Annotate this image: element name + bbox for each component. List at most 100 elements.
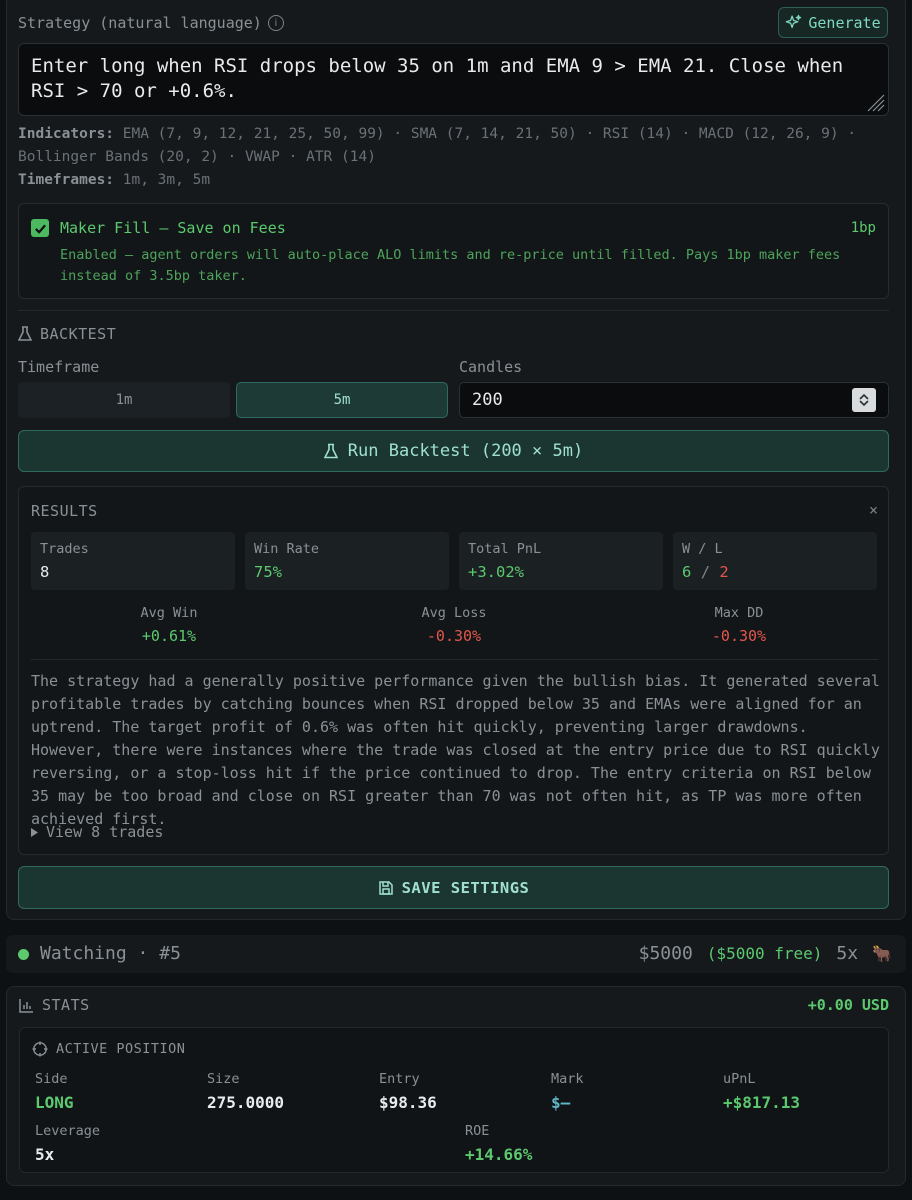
stat-label: Total PnL	[468, 541, 542, 557]
losses-count: 2	[719, 563, 729, 581]
upnl-label: uPnL	[723, 1071, 756, 1087]
maker-fill-checkbox[interactable]	[31, 219, 49, 237]
free-balance: ($5000 free)	[706, 944, 823, 963]
timeframe-label: Timeframe	[18, 358, 100, 376]
indicators-line2: Bollinger Bands (20, 2) · VWAP · ATR (14…	[18, 149, 376, 165]
agent-status: Watching · #5	[40, 943, 181, 964]
divider	[18, 310, 889, 311]
indicators-label: Indicators:	[18, 126, 115, 142]
results-title: RESULTS	[31, 502, 98, 520]
stat-value: 8	[40, 563, 50, 581]
timeframe-1m-button[interactable]: 1m	[18, 382, 230, 418]
max-dd-label: Max DD	[714, 605, 764, 621]
timeframes-value: 1m, 3m, 5m	[122, 172, 211, 188]
stat-card-total-pnl: Total PnL +3.02%	[459, 532, 663, 590]
candles-stepper[interactable]	[852, 388, 876, 412]
run-backtest-button[interactable]: Run Backtest (200 × 5m)	[18, 430, 889, 472]
upnl-value: +$817.13	[723, 1093, 801, 1112]
position-side: Side LONG	[35, 1071, 74, 1112]
bar-chart-icon	[19, 998, 33, 1013]
mark-label: Mark	[551, 1071, 584, 1087]
mark-value: $—	[551, 1093, 571, 1112]
generate-label: Generate	[808, 13, 881, 32]
avg-loss-value: -0.30%	[426, 627, 482, 645]
active-position-box: ACTIVE POSITION Side LONG Size 275.0000 …	[19, 1027, 889, 1173]
avg-loss-stat: Avg Loss -0.30%	[309, 605, 599, 645]
avg-win-value: +0.61%	[141, 627, 197, 645]
leverage-label: Leverage	[35, 1123, 101, 1139]
maker-fill-description: Enabled — agent orders will auto-place A…	[60, 247, 841, 284]
stat-card-trades: Trades 8	[31, 532, 235, 590]
view-trades-label: View 8 trades	[46, 823, 164, 841]
stats-heading: STATS	[19, 996, 90, 1014]
stat-value: 6 / 2	[682, 563, 729, 581]
results-analysis: The strategy had a generally positive pe…	[31, 672, 880, 828]
position-leverage-value: 5x	[35, 1145, 55, 1164]
stat-value: 75%	[254, 563, 282, 581]
agent-balance: $5000 ($5000 free) 5x 🐂	[639, 943, 892, 964]
caret-right-icon	[31, 827, 38, 837]
active-position-title: ACTIVE POSITION	[56, 1041, 186, 1057]
indicators-info: Indicators: EMA (7, 9, 12, 21, 25, 50, 9…	[18, 123, 898, 192]
check-icon	[34, 224, 46, 234]
view-trades-toggle[interactable]: View 8 trades	[31, 823, 163, 841]
strategy-textarea[interactable]: Enter long when RSI drops below 35 on 1m…	[18, 43, 889, 116]
backtest-title: BACKTEST	[40, 325, 117, 343]
roe-value: +14.66%	[465, 1145, 533, 1164]
position-upnl: uPnL +$817.13	[723, 1071, 800, 1112]
stat-card-win-rate: Win Rate 75%	[245, 532, 449, 590]
stats-title: STATS	[42, 996, 90, 1014]
avg-win-stat: Avg Win +0.61%	[24, 605, 314, 645]
save-settings-button[interactable]: SAVE SETTINGS	[18, 866, 889, 909]
stat-label: W / L	[682, 541, 723, 557]
backtest-heading: BACKTEST	[18, 325, 116, 343]
stat-card-win-loss: W / L 6 / 2	[673, 532, 877, 590]
candles-label: Candles	[459, 358, 523, 376]
position-entry: Entry $98.36	[379, 1071, 437, 1112]
size-label: Size	[207, 1071, 240, 1087]
strategy-label: Strategy (natural language) i	[18, 14, 284, 32]
maker-fill-title[interactable]: Maker Fill — Save on Fees	[60, 219, 286, 237]
flask-icon	[323, 443, 338, 458]
divider	[31, 659, 878, 660]
strategy-text: Enter long when RSI drops below 35 on 1m…	[31, 55, 844, 102]
candles-input[interactable]: 200	[459, 382, 889, 418]
status-dot	[18, 949, 29, 960]
agent-status-bar[interactable]: Watching · #5 $5000 ($5000 free) 5x 🐂	[6, 935, 906, 973]
run-backtest-label: Run Backtest (200 × 5m)	[347, 441, 584, 461]
side-value: LONG	[35, 1093, 74, 1112]
timeframe-5m-button[interactable]: 5m	[236, 382, 448, 418]
wl-separator: /	[700, 563, 711, 581]
side-label: Side	[35, 1071, 68, 1087]
wins-count: 6	[682, 563, 692, 581]
stat-label: Trades	[40, 541, 89, 557]
flask-icon	[18, 326, 32, 341]
entry-label: Entry	[379, 1071, 420, 1087]
generate-button[interactable]: Generate	[778, 7, 888, 38]
bull-icon: 🐂	[872, 944, 892, 963]
close-results-button[interactable]: ×	[869, 501, 878, 519]
timeframes-label: Timeframes:	[18, 172, 115, 188]
stepper-up-icon[interactable]	[859, 393, 869, 400]
maker-fill-badge: 1bp	[850, 220, 876, 236]
stat-label: Win Rate	[254, 541, 320, 557]
roe-label: ROE	[465, 1123, 490, 1139]
save-settings-label: SAVE SETTINGS	[401, 878, 530, 897]
stats-pnl-usd: +0.00 USD	[807, 996, 889, 1014]
position-leverage: Leverage 5x	[35, 1123, 100, 1164]
info-icon[interactable]: i	[267, 15, 284, 31]
results-panel: RESULTS × Trades 8 Win Rate 75% Total Pn…	[18, 486, 889, 855]
stepper-down-icon[interactable]	[859, 400, 869, 407]
avg-win-label: Avg Win	[140, 605, 198, 621]
sparkle-icon	[786, 14, 802, 29]
status-text: Watching	[40, 943, 127, 964]
position-roe: ROE +14.66%	[465, 1123, 532, 1164]
indicators-line1: EMA (7, 9, 12, 21, 25, 50, 99) · SMA (7,…	[122, 126, 857, 142]
agent-id: #5	[159, 943, 181, 964]
balance-value: $5000	[638, 943, 693, 964]
avg-loss-label: Avg Loss	[421, 605, 487, 621]
resize-grip-icon[interactable]	[864, 91, 886, 113]
size-value: 275.0000	[207, 1093, 285, 1112]
stats-panel: STATS +0.00 USD ACTIVE POSITION Side LON…	[6, 986, 906, 1186]
floppy-disk-icon	[378, 880, 393, 895]
